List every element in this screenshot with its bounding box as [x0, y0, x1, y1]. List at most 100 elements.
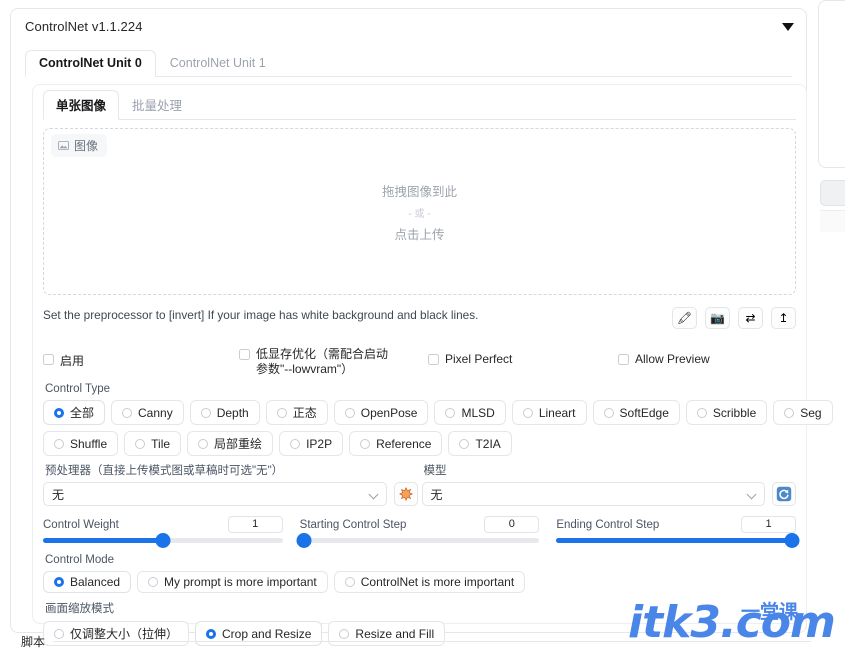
edit-icon[interactable]: 🖍	[672, 307, 697, 329]
preprocessor-label: 预处理器（直接上传模式图或草稿时可选"无"）	[45, 465, 284, 477]
control-mode-group: Control Mode Balanced My prompt is more …	[43, 554, 796, 593]
refresh-icon[interactable]	[772, 482, 796, 506]
option-label: Tile	[151, 436, 171, 451]
allow-preview-checkbox[interactable]: Allow Preview	[618, 352, 710, 366]
preprocessor-value: 无	[52, 487, 65, 502]
option-label: 全部	[70, 406, 95, 420]
control-type-reference[interactable]: Reference	[349, 431, 443, 456]
option-label: Canny	[138, 405, 173, 420]
control-type-ip2p[interactable]: IP2P	[279, 431, 344, 456]
checkbox-box	[428, 354, 439, 365]
model-selection-row: 预处理器（直接上传模式图或草稿时可选"无"） 无 模型 无	[43, 462, 796, 506]
control-type-softedge[interactable]: SoftEdge	[592, 400, 680, 425]
control-type-inpaint[interactable]: 局部重绘	[187, 431, 274, 456]
slider-row: Control Weight 1 Starting Control Step 0	[43, 516, 800, 548]
model-label: 模型	[423, 465, 447, 477]
control-type-lineart[interactable]: Lineart	[511, 400, 587, 425]
tab-controlnet-unit-1[interactable]: ControlNet Unit 1	[156, 50, 280, 77]
option-label: Shuffle	[70, 436, 108, 451]
radio-icon	[344, 407, 355, 418]
ending-control-step-track[interactable]	[556, 533, 800, 548]
control-mode-controlnet[interactable]: ControlNet is more important	[333, 571, 526, 593]
checkbox-box	[43, 354, 54, 365]
radio-icon	[344, 577, 355, 587]
radio-icon	[54, 438, 64, 449]
control-mode-balanced[interactable]: Balanced	[43, 571, 132, 593]
ending-control-step-label: Ending Control Step	[556, 518, 660, 531]
sub-tab-bar: 单张图像 批量处理	[43, 90, 796, 120]
radio-icon	[445, 407, 456, 418]
starting-control-step-track[interactable]	[296, 533, 540, 548]
radio-icon	[200, 407, 211, 418]
control-type-tile[interactable]: Tile	[124, 431, 182, 456]
upload-icon[interactable]: ↥	[771, 307, 796, 329]
control-weight-track[interactable]	[43, 533, 283, 548]
explosion-icon[interactable]	[393, 482, 418, 506]
control-type-seg[interactable]: Seg	[773, 400, 833, 425]
panel-header: ControlNet v1.1.224	[11, 9, 806, 43]
starting-control-step-value[interactable]: 0	[484, 516, 540, 533]
control-weight-value[interactable]: 1	[227, 516, 283, 533]
model-value: 无	[430, 487, 443, 502]
option-label: Depth	[216, 405, 249, 420]
control-type-all[interactable]: 全部	[43, 400, 106, 425]
starting-control-step-knob[interactable]	[296, 533, 312, 548]
control-type-openpose[interactable]: OpenPose	[333, 400, 429, 425]
ending-control-step-slider-group: Ending Control Step 1	[556, 516, 800, 548]
option-label: SoftEdge	[619, 405, 669, 420]
options-checkbox-row: 启用 低显存优化（需配合启动参数"--lowvram"） Pixel Perfe…	[43, 347, 796, 381]
option-label: Reference	[376, 436, 432, 451]
control-weight-knob[interactable]	[155, 533, 171, 548]
right-edge-button[interactable]	[820, 180, 845, 206]
enable-checkbox[interactable]: 启用	[43, 352, 84, 369]
chevron-down-icon	[368, 489, 378, 500]
control-type-group: Control Type 全部 Canny Depth 正态 OpenPose …	[43, 383, 833, 456]
page-title: ControlNet v1.1.224	[25, 19, 143, 34]
preprocessor-select[interactable]: 无	[43, 482, 387, 506]
script-label: 脚本	[21, 635, 46, 649]
option-label: ControlNet is more important	[360, 575, 515, 589]
camera-icon[interactable]: 📷	[705, 307, 730, 329]
control-mode-label: Control Mode	[45, 554, 115, 566]
control-type-row-2: Shuffle Tile 局部重绘 IP2P Reference T2IA	[43, 431, 796, 456]
tab-controlnet-unit-0[interactable]: ControlNet Unit 0	[25, 50, 156, 77]
image-chip-label: 图像	[74, 139, 99, 153]
control-type-normal[interactable]: 正态	[265, 400, 328, 425]
control-type-canny[interactable]: Canny	[111, 400, 184, 425]
option-label: My prompt is more important	[164, 575, 317, 589]
right-edge-panel	[818, 0, 845, 168]
control-type-depth[interactable]: Depth	[189, 400, 260, 425]
option-label: 局部重绘	[214, 437, 263, 451]
swap-icon[interactable]: ⇄	[738, 307, 763, 329]
ending-control-step-value[interactable]: 1	[741, 516, 797, 533]
ending-control-step-knob[interactable]	[784, 533, 800, 548]
lowvram-checkbox[interactable]: 低显存优化（需配合启动参数"--lowvram"）	[239, 347, 389, 377]
radio-icon	[54, 407, 64, 418]
control-weight-label: Control Weight	[43, 518, 119, 531]
tab-batch-process[interactable]: 批量处理	[119, 90, 195, 120]
checkbox-box	[239, 349, 250, 360]
control-mode-my-prompt[interactable]: My prompt is more important	[137, 571, 328, 593]
control-type-row-1: 全部 Canny Depth 正态 OpenPose MLSD Lineart …	[43, 400, 833, 425]
control-type-mlsd[interactable]: MLSD	[434, 400, 506, 425]
option-label: Scribble	[712, 405, 757, 420]
model-group: 模型 无	[421, 462, 796, 506]
control-mode-options: Balanced My prompt is more important Con…	[43, 571, 796, 593]
radio-icon	[603, 407, 614, 418]
radio-icon	[522, 407, 533, 418]
triangle-down-icon[interactable]	[782, 23, 794, 31]
option-label: T2IA	[475, 436, 501, 451]
model-select[interactable]: 无	[421, 482, 765, 506]
control-weight-slider-group: Control Weight 1	[43, 516, 283, 548]
tab-single-image[interactable]: 单张图像	[43, 90, 120, 120]
radio-icon	[784, 407, 795, 418]
control-type-scribble[interactable]: Scribble	[685, 400, 768, 425]
option-label: 正态	[292, 406, 317, 420]
slider-fill	[43, 538, 163, 543]
control-type-t2ia[interactable]: T2IA	[448, 431, 512, 456]
dropzone[interactable]: 拖拽图像到此 - 或 - 点击上传	[43, 128, 796, 295]
radio-icon	[148, 577, 159, 587]
option-label: IP2P	[306, 436, 333, 451]
control-type-shuffle[interactable]: Shuffle	[43, 431, 119, 456]
pixel-perfect-checkbox[interactable]: Pixel Perfect	[428, 352, 512, 366]
